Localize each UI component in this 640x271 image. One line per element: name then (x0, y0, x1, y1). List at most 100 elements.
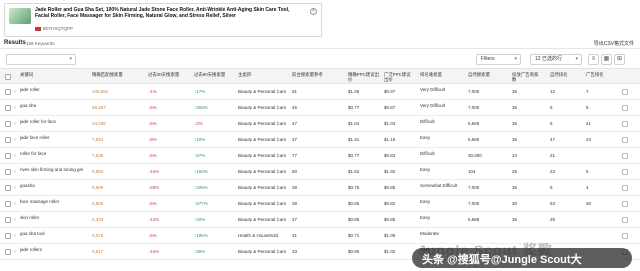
row-category: Beauty & Personal Care (238, 89, 287, 94)
row-ad-sellers: 26 (512, 169, 518, 174)
row-ad-sellers: 36 (512, 89, 518, 94)
row-90day-trend: ↑195% (194, 233, 208, 238)
expand-chevron-icon[interactable]: › (14, 196, 16, 212)
rows-selector[interactable]: 12 已选的行 ▾ (530, 54, 582, 65)
col-difficulty[interactable]: 排名难易度 (420, 69, 460, 85)
row-checkbox[interactable] (5, 121, 11, 127)
row-select-checkbox[interactable] (622, 121, 628, 127)
row-ad-rank (586, 212, 616, 228)
table-row[interactable]: › face massage roller 4,808 ↓5% ↑477% Beauty … (0, 196, 640, 212)
row-exact-ppc: $1.41 (348, 137, 360, 142)
row-checkbox[interactable] (5, 153, 11, 159)
expand-chevron-icon[interactable]: › (14, 244, 16, 260)
filters-label: Filters (481, 56, 495, 62)
row-ad-rank: 8 (586, 105, 589, 110)
table-row[interactable]: › guasha 5,699 ↓28% ↑206% Beauty & Personal C… (0, 180, 640, 196)
row-broad-ppc: $1.15 (384, 137, 396, 142)
table-row[interactable]: › gua sha 49,267 ↓6% ↑255% Beauty & Personal … (0, 100, 640, 116)
row-checkbox[interactable] (5, 137, 11, 143)
row-exact-ppc: $0.77 (348, 153, 360, 158)
export-csv-button[interactable]: 导出CSV格式文件 (594, 40, 634, 47)
row-select-checkbox[interactable] (622, 153, 628, 159)
row-select-checkbox[interactable] (622, 137, 628, 143)
col-90day-trend[interactable]: 过去90天搜索量 (194, 69, 236, 85)
chevron-down-icon: ▾ (514, 56, 517, 62)
row-organic-rank: 23 (550, 169, 556, 174)
col-keyword[interactable]: 关键词 (20, 69, 80, 85)
row-select-checkbox[interactable] (622, 201, 628, 207)
expand-chevron-icon[interactable]: › (14, 132, 16, 148)
expand-chevron-icon[interactable]: › (14, 180, 16, 196)
row-exact-ppc: $1.52 (348, 169, 360, 174)
row-select-checkbox[interactable] (622, 185, 628, 191)
row-90day-trend: ↑160% (194, 169, 208, 174)
col-broad-ppc[interactable]: 广泛PPC建议出价 (384, 69, 414, 85)
row-category: Beauty & Personal Care (238, 249, 287, 254)
expand-chevron-icon[interactable]: › (14, 212, 16, 228)
asin-text: B07HXQTQPP (43, 26, 74, 31)
expand-chevron-icon[interactable]: › (14, 100, 16, 116)
row-broad-ppc: $1.09 (384, 233, 396, 238)
col-search-ref[interactable]: 前台搜索量参考 (292, 69, 340, 85)
col-organic-rank[interactable]: 自然排名 (550, 69, 582, 85)
row-category: Health & Household (238, 233, 279, 238)
filters-button[interactable]: Filters ▾ (476, 54, 521, 65)
row-30day-trend: ↓16% (148, 249, 160, 254)
filter-icon[interactable]: ≡ (588, 54, 599, 65)
row-checkbox[interactable] (5, 233, 11, 239)
row-select-checkbox[interactable] (622, 233, 628, 239)
row-difficulty: Easy (420, 199, 431, 204)
row-30day-trend: ↓28% (148, 185, 160, 190)
expand-chevron-icon[interactable]: › (14, 148, 16, 164)
table-row[interactable]: › jade face roller 7,924 ↓8% ↑10% Beauty & Pe… (0, 132, 640, 148)
columns-icon[interactable]: ▦ (601, 54, 612, 65)
row-broad-ppc: $0.87 (384, 105, 396, 110)
row-checkbox[interactable] (5, 185, 11, 191)
row-search-ref: 60 (292, 169, 298, 174)
row-checkbox[interactable] (5, 169, 11, 175)
row-ad-rank (586, 148, 616, 164)
row-search-volume: 4,808 (92, 201, 104, 206)
row-ad-sellers: 36 (512, 105, 518, 110)
table-row[interactable]: › jade roller for face 24,036 ↓6% ↓3% Beauty … (0, 116, 640, 132)
row-checkbox[interactable] (5, 217, 11, 223)
grid-icon[interactable]: ⊞ (614, 54, 625, 65)
row-checkbox[interactable] (5, 249, 11, 255)
select-all-checkbox[interactable] (5, 74, 11, 80)
col-exact-search-volume[interactable]: 精确匹配搜索量 (92, 69, 142, 85)
row-select-checkbox[interactable] (622, 217, 628, 223)
table-row[interactable]: › jade roller 106,851 ↓1% ↑17% Beauty & Perso… (0, 84, 640, 100)
col-ad-sellers[interactable]: 投放广告商家数 (512, 69, 542, 85)
col-category[interactable]: 主类目 (238, 69, 288, 85)
col-organic-volume[interactable]: 自然搜索量 (468, 69, 504, 85)
expand-chevron-icon[interactable]: › (14, 84, 16, 100)
row-checkbox[interactable] (5, 89, 11, 95)
row-30day-trend: ↓5% (148, 201, 157, 206)
row-keyword: rives skin firming and toning gel (20, 167, 84, 172)
row-organic-volume: 7,000 (468, 89, 480, 94)
row-difficulty: Easy (420, 135, 431, 140)
close-icon[interactable]: × (310, 8, 317, 15)
col-exact-ppc[interactable]: 精确PPC建议出价 (348, 69, 380, 85)
row-30day-trend: ↓6% (148, 121, 157, 126)
row-category: Beauty & Personal Care (238, 137, 287, 142)
row-broad-ppc: $0.82 (384, 201, 396, 206)
table-row[interactable]: › roller for face 7,636 ↓6% ↑47% Beauty & Per… (0, 148, 640, 164)
expand-chevron-icon[interactable]: › (14, 228, 16, 244)
col-30day-trend[interactable]: 过去30天搜索量 (148, 69, 190, 85)
expand-chevron-icon[interactable]: › (14, 164, 16, 180)
row-exact-ppc: $0.86 (348, 217, 360, 222)
row-checkbox[interactable] (5, 201, 11, 207)
row-checkbox[interactable] (5, 105, 11, 111)
row-exact-ppc: $0.77 (348, 105, 360, 110)
row-ad-sellers: 36 (512, 121, 518, 126)
table-row[interactable]: › rives skin firming and toning gel 6,950 ↓… (0, 164, 640, 180)
col-ad-rank[interactable]: 广告排名 (586, 69, 616, 85)
row-ad-sellers: 34 (512, 153, 518, 158)
select-all-dropdown[interactable]: ▾ (6, 54, 76, 65)
row-select-checkbox[interactable] (622, 105, 628, 111)
expand-chevron-icon[interactable]: › (14, 116, 16, 132)
row-select-checkbox[interactable] (622, 89, 628, 95)
row-select-checkbox[interactable] (622, 169, 628, 175)
table-row[interactable]: › skin roller 4,333 ↓12% ↑40% Beauty & Person… (0, 212, 640, 228)
